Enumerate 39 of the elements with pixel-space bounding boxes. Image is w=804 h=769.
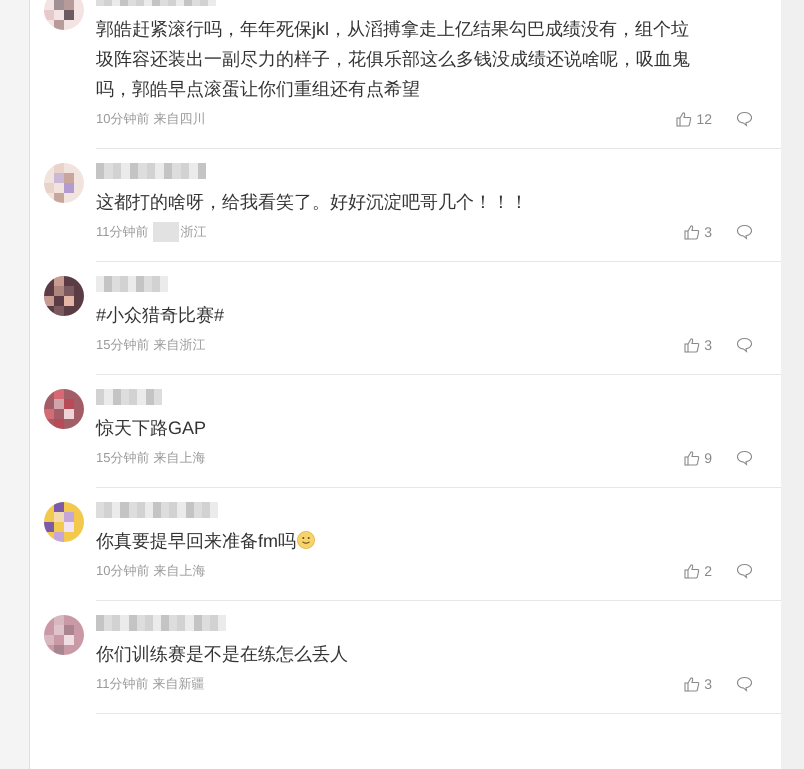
like-button[interactable]: 3: [684, 674, 712, 694]
thumbs-up-icon: [684, 224, 700, 240]
comment-time: 11分钟前: [96, 223, 148, 242]
comment-time: 10分钟前: [96, 110, 150, 128]
blurred-name: [96, 276, 168, 292]
comment-icon[interactable]: [736, 337, 753, 353]
comment-time: 11分钟前: [96, 675, 148, 694]
blurred-name: [96, 389, 162, 405]
comment-location: 来自浙江: [153, 336, 206, 354]
comment-location: 来自四川: [153, 110, 206, 128]
comment-icon[interactable]: [736, 450, 753, 466]
comment-text: #小众猎奇比赛#: [96, 304, 226, 327]
thumbs-up-icon: [684, 563, 700, 579]
like-button[interactable]: 2: [684, 560, 712, 582]
comment-time: 10分钟前: [96, 562, 150, 580]
comment-text: 你真要提早回来准备fm吗: [96, 526, 696, 556]
like-button[interactable]: 12: [676, 108, 712, 130]
thumbs-up-icon: [684, 676, 700, 692]
comment-text: 这都打的啥呀，给我看笑了。好好沉淀吧哥几个！！！: [96, 191, 529, 214]
thumbs-up-icon: [676, 111, 692, 127]
comment-location: 来自新疆: [152, 675, 204, 694]
comment-icon[interactable]: [736, 111, 753, 127]
comment-location: 浙江: [152, 222, 206, 242]
like-button[interactable]: 3: [684, 334, 712, 356]
comment-time: 15分钟前: [96, 449, 150, 468]
smiley-icon: [297, 531, 315, 549]
comment-icon[interactable]: [736, 563, 753, 579]
like-button[interactable]: 3: [684, 222, 712, 242]
thumbs-up-icon: [684, 450, 700, 466]
like-button[interactable]: 9: [684, 448, 712, 468]
comment-text: 惊天下路GAP: [96, 417, 208, 440]
comment-text: 你们训练赛是不是在练怎么丢人: [96, 643, 349, 666]
comment-location: 来自上海: [153, 562, 206, 580]
thumbs-up-icon: [684, 337, 700, 353]
comment-icon[interactable]: [736, 676, 753, 692]
comment-icon[interactable]: [736, 224, 753, 240]
comment-text: 郭皓赶紧滚行吗，年年死保jkl，从滔搏拿走上亿结果勾巴成绩没有，组个垃圾阵容还装出一副尽力的样子，花俱乐部这么多钱没成绩还说啥呢，吸血鬼吗，郭皓早点滚蛋让你们重组还有点希望: [96, 18, 691, 101]
comment-location: 来自上海: [153, 449, 206, 468]
comment-time: 15分钟前: [96, 336, 150, 354]
